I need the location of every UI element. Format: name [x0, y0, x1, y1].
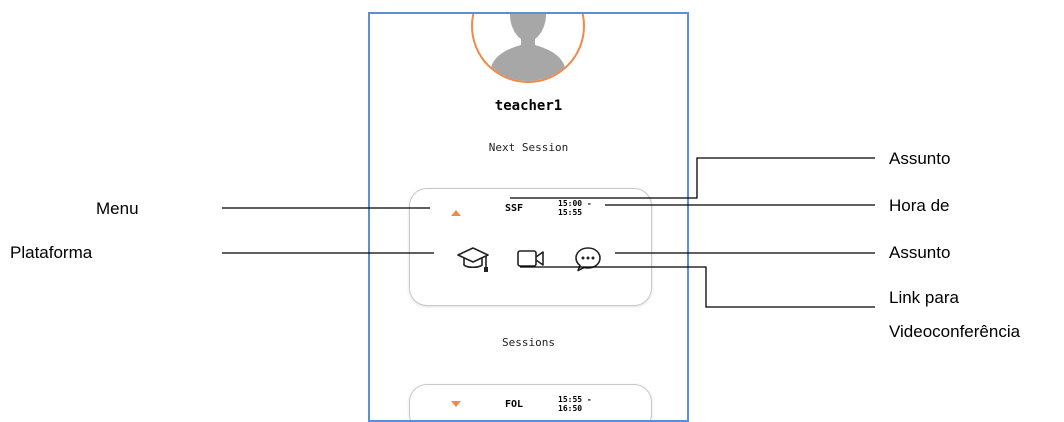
video-link-callout-label-2: Videoconferência [889, 322, 1021, 341]
subject-callout-line [510, 157, 875, 199]
platform-callout-label: Plataforma [10, 243, 93, 262]
video-link-callout-label: Link para [889, 288, 959, 307]
video-callout-line [520, 266, 875, 308]
menu-callout-label: Menu [96, 199, 139, 218]
time-callout-label: Hora de [889, 196, 950, 215]
subject-callout-label: Assunto [889, 149, 951, 168]
chat-callout-label: Assunto [889, 243, 951, 262]
